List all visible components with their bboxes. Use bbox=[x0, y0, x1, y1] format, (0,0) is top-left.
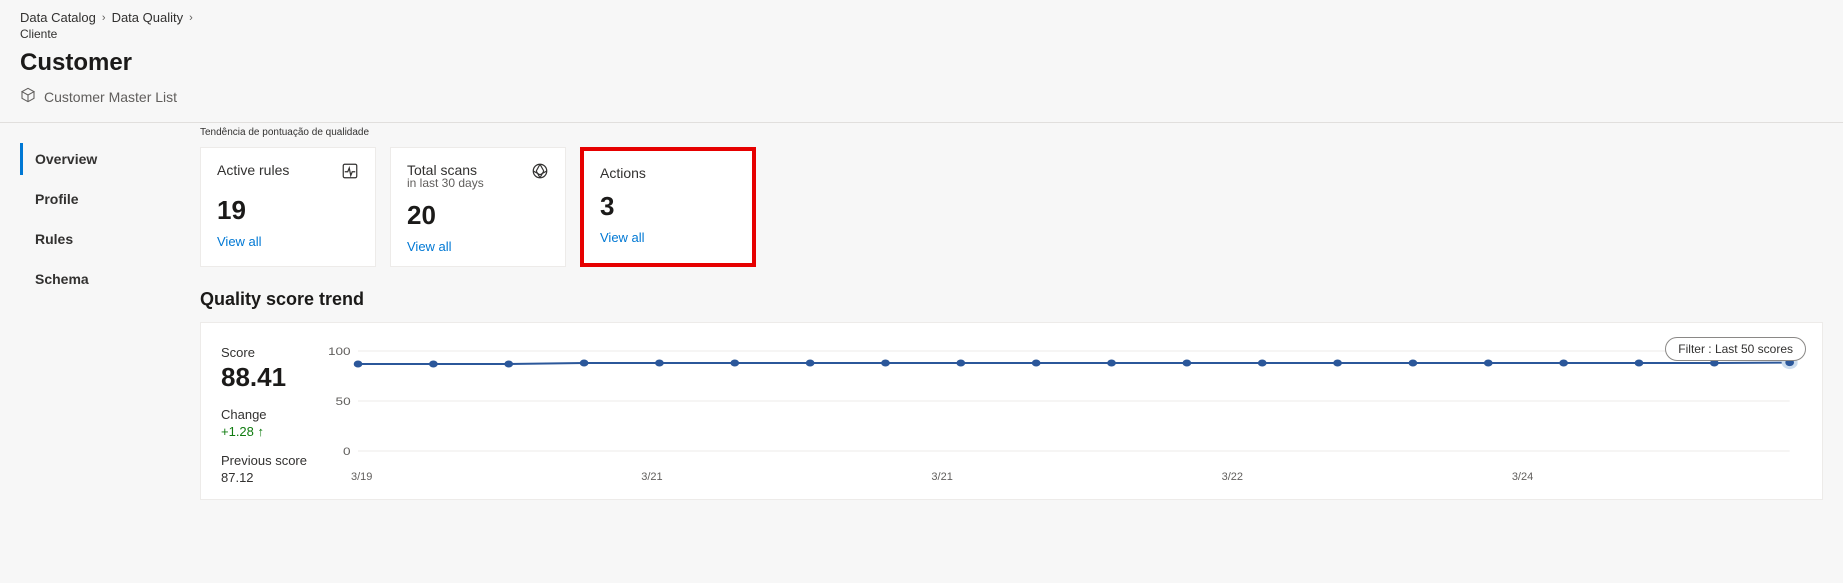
page-title: Customer bbox=[20, 49, 1823, 77]
card-total-scans: Total scans in last 30 days 20 View all bbox=[390, 147, 566, 267]
chevron-right-icon: › bbox=[189, 12, 193, 24]
x-tick-label: 3/22 bbox=[1222, 471, 1512, 483]
tab-schema[interactable]: Schema bbox=[20, 263, 200, 295]
breadcrumb-current: Cliente bbox=[20, 27, 1823, 41]
page-subtitle: Customer Master List bbox=[44, 89, 177, 105]
breadcrumb-item[interactable]: Data Quality bbox=[112, 10, 184, 25]
score-label: Score bbox=[221, 345, 311, 360]
filter-button[interactable]: Filter : Last 50 scores bbox=[1665, 337, 1806, 361]
svg-text:0: 0 bbox=[343, 445, 351, 457]
trend-panel: Score 88.41 Change +1.28 ↑ Previous scor… bbox=[200, 322, 1823, 500]
cards-row: Active rules 19 View all Total scans in … bbox=[200, 147, 1823, 267]
card-title: Actions bbox=[600, 165, 646, 181]
tab-profile[interactable]: Profile bbox=[20, 183, 200, 215]
cube-icon bbox=[20, 87, 36, 106]
page-subtitle-row: Customer Master List bbox=[20, 87, 1823, 106]
svg-text:100: 100 bbox=[328, 345, 351, 357]
x-tick-label: 3/21 bbox=[641, 471, 931, 483]
card-actions: Actions 3 View all bbox=[580, 147, 756, 267]
change-value: +1.28 ↑ bbox=[221, 424, 311, 439]
content: Tendência de pontuação de qualidade Acti… bbox=[200, 123, 1843, 520]
prev-score-label: Previous score bbox=[221, 453, 311, 468]
tab-overview[interactable]: Overview bbox=[20, 143, 200, 175]
x-tick-label: 3/24 bbox=[1512, 471, 1802, 483]
prev-score-value: 87.12 bbox=[221, 470, 311, 485]
svg-text:50: 50 bbox=[336, 395, 351, 407]
x-tick-label: 3/19 bbox=[351, 471, 641, 483]
view-all-link[interactable]: View all bbox=[407, 239, 549, 254]
card-active-rules: Active rules 19 View all bbox=[200, 147, 376, 267]
heartbeat-icon bbox=[341, 162, 359, 185]
view-all-link[interactable]: View all bbox=[217, 234, 359, 249]
x-axis-labels: 3/193/213/213/223/24 bbox=[351, 471, 1802, 483]
chevron-right-icon: › bbox=[102, 12, 106, 24]
card-value: 20 bbox=[407, 200, 549, 231]
view-all-link[interactable]: View all bbox=[600, 230, 736, 245]
trend-chart: 100 50 0 bbox=[321, 341, 1802, 471]
card-title: Active rules bbox=[217, 162, 289, 178]
trend-stats: Score 88.41 Change +1.28 ↑ Previous scor… bbox=[221, 341, 311, 485]
card-value: 19 bbox=[217, 195, 359, 226]
card-value: 3 bbox=[600, 191, 736, 222]
sidebar: Overview Profile Rules Schema bbox=[0, 123, 200, 520]
chart-wrap: Filter : Last 50 scores 100500 3/193/213… bbox=[321, 341, 1802, 485]
main: Overview Profile Rules Schema Tendência … bbox=[0, 123, 1843, 520]
card-subtitle: in last 30 days bbox=[407, 176, 484, 190]
x-tick-label: 3/21 bbox=[931, 471, 1221, 483]
annotation-text: Tendência de pontuação de qualidade bbox=[200, 127, 369, 138]
score-value: 88.41 bbox=[221, 362, 311, 393]
tab-rules[interactable]: Rules bbox=[20, 223, 200, 255]
breadcrumb-item[interactable]: Data Catalog bbox=[20, 10, 96, 25]
trend-title: Quality score trend bbox=[200, 289, 1823, 310]
header-area: Data Catalog › Data Quality › Cliente Cu… bbox=[0, 0, 1843, 122]
aperture-icon bbox=[531, 162, 549, 185]
change-label: Change bbox=[221, 407, 311, 422]
breadcrumb: Data Catalog › Data Quality › bbox=[20, 10, 1823, 25]
